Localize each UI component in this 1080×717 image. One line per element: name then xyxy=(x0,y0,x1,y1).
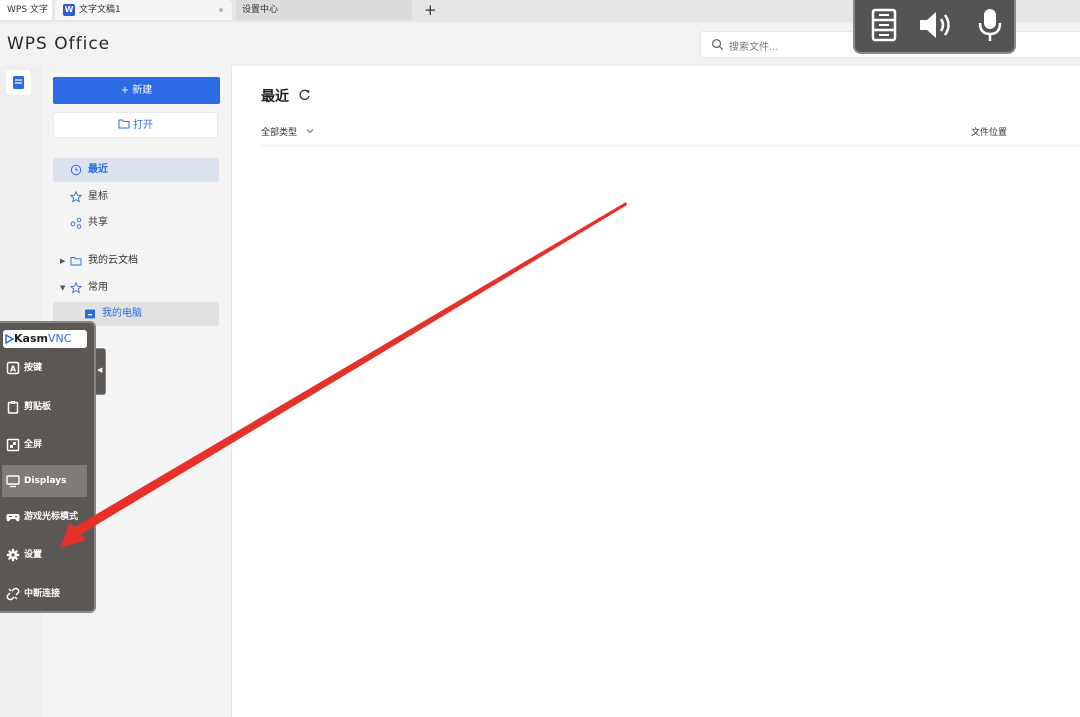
kasm-displays-button[interactable]: Displays xyxy=(2,465,87,497)
disconnect-icon xyxy=(6,587,20,601)
vnc-logo-text: VNC xyxy=(47,332,72,345)
add-tab-button[interactable]: + xyxy=(424,0,437,20)
kasm-item-label: 中断连接 xyxy=(24,589,61,599)
refresh-icon[interactable] xyxy=(298,88,311,101)
sidebar-item-shared[interactable]: 共享 xyxy=(53,211,219,235)
unsaved-dot-icon[interactable] xyxy=(219,8,223,12)
kasm-item-label: 游戏光标模式 xyxy=(24,512,79,522)
tree-item-frequent[interactable]: ▼ 常用 xyxy=(53,276,219,300)
kasmvnc-panel: KasmVNC A 按键 剪贴板 全屏 Displays 游戏光标模式 设置 中… xyxy=(0,321,96,613)
share-icon xyxy=(70,217,82,229)
gear-icon xyxy=(6,548,20,562)
search-icon xyxy=(712,39,724,51)
kasm-clipboard-button[interactable]: 剪贴板 xyxy=(2,391,87,423)
collapse-left-icon: ◀ xyxy=(97,366,103,374)
tree-item-label: 我的电脑 xyxy=(102,308,142,319)
chevron-down-icon[interactable] xyxy=(306,127,314,135)
tree-item-cloud-docs[interactable]: ▶ 我的云文档 xyxy=(53,249,219,273)
folder-open-icon xyxy=(118,119,130,129)
column-header-location[interactable]: 文件位置 xyxy=(971,125,1007,138)
header-divider xyxy=(261,145,1080,146)
speaker-icon[interactable] xyxy=(917,6,957,44)
kasm-item-label: Displays xyxy=(24,476,67,486)
clipboard-icon xyxy=(7,401,19,414)
kasm-settings-button[interactable]: 设置 xyxy=(2,539,87,571)
page-title: 最近 xyxy=(261,89,289,105)
kasm-logo-icon xyxy=(5,334,14,344)
sidebar-item-label: 最近 xyxy=(88,164,108,175)
computer-icon xyxy=(85,309,95,319)
kasm-item-label: 按键 xyxy=(24,363,43,373)
fullscreen-icon xyxy=(6,438,20,452)
tab-wps-home[interactable]: WPS 文字 xyxy=(0,0,52,20)
server-icon[interactable] xyxy=(868,6,900,44)
wps-office-logo: WPS Office xyxy=(7,34,111,54)
sidebar-item-label: 星标 xyxy=(88,191,108,202)
kasm-logo-text: Kasm xyxy=(14,332,48,345)
kasm-keys-button[interactable]: A 按键 xyxy=(2,352,87,384)
clock-icon xyxy=(70,164,82,176)
kasm-item-label: 设置 xyxy=(24,550,43,560)
svg-text:A: A xyxy=(10,365,17,374)
sidebar-item-label: 共享 xyxy=(88,217,108,228)
kasm-item-label: 全屏 xyxy=(24,440,43,450)
folder-icon xyxy=(70,257,82,266)
open-button[interactable]: 打开 xyxy=(53,112,218,138)
tab-settings-center[interactable]: 设置中心 xyxy=(236,0,412,20)
kasm-disconnect-button[interactable]: 中断连接 xyxy=(2,578,87,610)
tab-document-label: 文字文稿1 xyxy=(79,5,121,15)
main-content: 最近 全部类型 文件位置 xyxy=(232,66,1080,717)
kasm-panel-collapse-handle[interactable]: ◀ xyxy=(96,348,106,395)
star-icon xyxy=(70,282,82,294)
tree-item-label: 我的云文档 xyxy=(88,255,138,266)
kasm-fullscreen-button[interactable]: 全屏 xyxy=(2,429,87,461)
kasmvnc-logo: KasmVNC xyxy=(3,330,87,348)
rail-document-button[interactable] xyxy=(6,70,31,95)
document-icon xyxy=(13,76,24,89)
kasm-game-cursor-button[interactable]: 游戏光标模式 xyxy=(2,501,87,533)
sidebar-item-recent[interactable]: 最近 xyxy=(53,158,219,182)
microphone-icon[interactable] xyxy=(974,6,1006,44)
star-icon xyxy=(70,191,82,203)
media-control-overlay xyxy=(853,0,1016,54)
open-button-label: 打开 xyxy=(133,120,153,131)
sidebar-item-starred[interactable]: 星标 xyxy=(53,185,219,209)
expand-arrow-icon[interactable]: ▶ xyxy=(60,249,65,273)
gamepad-icon xyxy=(6,514,20,522)
new-button[interactable]: + 新建 xyxy=(53,77,220,104)
monitor-icon xyxy=(6,475,20,488)
file-type-filter[interactable]: 全部类型 xyxy=(261,125,297,138)
tab-document[interactable]: W 文字文稿1 xyxy=(55,0,232,20)
search-placeholder: 搜索文件... xyxy=(729,42,779,53)
wps-writer-icon: W xyxy=(63,4,75,16)
keyboard-key-icon: A xyxy=(6,361,20,375)
collapse-arrow-icon[interactable]: ▼ xyxy=(60,276,65,300)
tree-item-label: 常用 xyxy=(88,282,108,293)
kasm-item-label: 剪贴板 xyxy=(24,402,52,412)
